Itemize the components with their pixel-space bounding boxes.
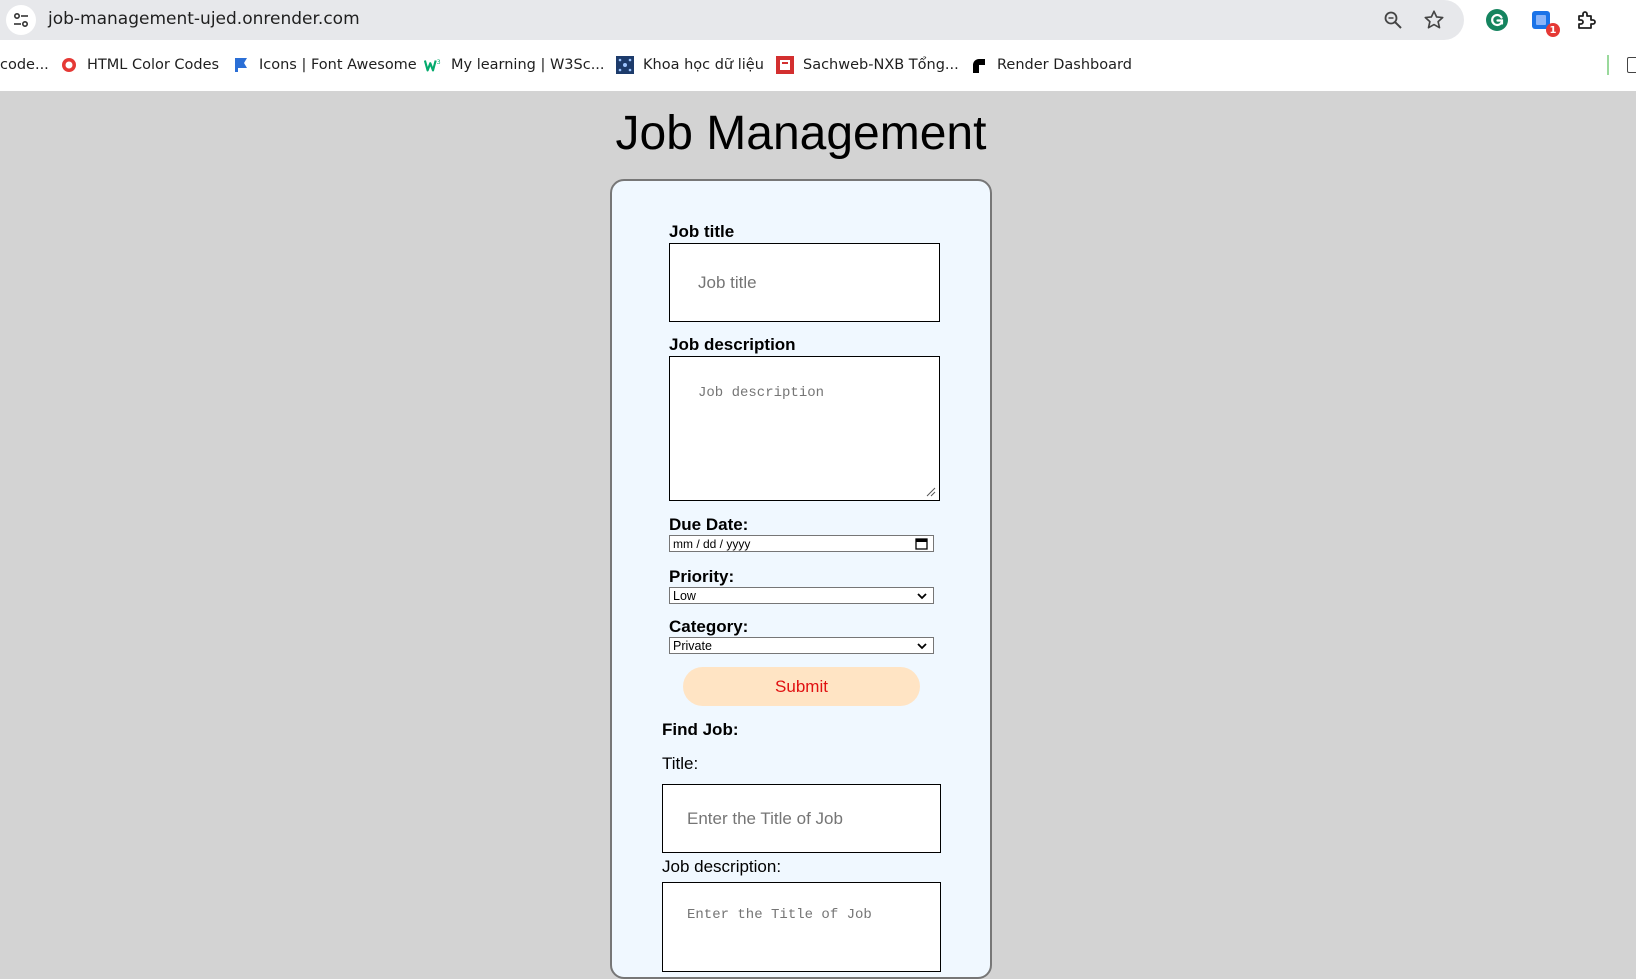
bookmark-label: HTML Color Codes	[87, 57, 220, 73]
extension-badge-count: 1	[1546, 23, 1560, 37]
calendar-icon[interactable]	[915, 537, 928, 550]
bookmark-sachweb[interactable]: Sachweb-NXB Tổng...	[776, 50, 959, 80]
bookmark-label: Render Dashboard	[997, 57, 1132, 73]
submit-button[interactable]: Submit	[683, 667, 920, 706]
find-title-label: Title:	[662, 754, 699, 773]
url-text[interactable]: job-management-ujed.onrender.com	[48, 9, 360, 29]
category-label: Category:	[669, 617, 749, 636]
bookmark-w3schools[interactable]: 3 My learning | W3Sc...	[424, 50, 605, 80]
bookmark-star-icon[interactable]	[1422, 8, 1446, 32]
bookmark-render-dashboard[interactable]: Render Dashboard	[970, 50, 1132, 80]
priority-select[interactable]: Low	[669, 587, 934, 604]
network-icon	[616, 56, 634, 74]
bookmark-code[interactable]: code...	[0, 50, 49, 80]
bookmarks-bar: code... HTML Color Codes Icons | Font Aw…	[0, 50, 1636, 80]
resize-grip-icon[interactable]	[926, 487, 936, 497]
category-value: Private	[673, 638, 712, 653]
find-job-heading: Find Job:	[662, 720, 739, 739]
due-date-placeholder: mm / dd / yyyy	[673, 536, 751, 551]
chevron-down-icon	[917, 643, 927, 650]
site-info-icon[interactable]	[6, 5, 36, 35]
priority-value: Low	[673, 588, 696, 603]
job-title-input[interactable]	[669, 243, 940, 322]
find-title-input[interactable]	[662, 784, 941, 853]
render-icon	[970, 56, 988, 74]
priority-label: Priority:	[669, 567, 735, 586]
due-date-input[interactable]: mm / dd / yyyy	[669, 535, 934, 552]
page-title: Job Management	[615, 107, 987, 160]
bookmarks-divider	[1607, 55, 1609, 75]
job-description-textarea[interactable]	[669, 356, 940, 501]
find-description-label: Job description:	[662, 857, 782, 876]
bookmark-label: Sachweb-NXB Tổng...	[803, 57, 959, 73]
extensions-puzzle-icon[interactable]	[1573, 6, 1601, 34]
bookmark-khoa-hoc-du-lieu[interactable]: Khoa học dữ liệu	[616, 50, 764, 80]
zoom-icon[interactable]	[1381, 8, 1405, 32]
book-icon	[776, 56, 794, 74]
red-circle-icon	[60, 56, 78, 74]
find-description-textarea[interactable]	[662, 882, 941, 972]
browser-chrome: job-management-ujed.onrender.com 1 code.…	[0, 0, 1636, 91]
bookmark-label: My learning | W3Sc...	[451, 57, 605, 73]
job-title-label: Job title	[669, 222, 735, 241]
job-description-label: Job description	[669, 335, 796, 354]
bookmark-html-color-codes[interactable]: HTML Color Codes	[60, 50, 219, 80]
bookmark-label: Khoa học dữ liệu	[643, 57, 764, 73]
w3-icon: 3	[424, 56, 442, 74]
address-bar[interactable]: job-management-ujed.onrender.com	[0, 0, 1464, 40]
flag-icon	[232, 56, 250, 74]
bookmark-label: Icons | Font Awesome	[259, 57, 417, 73]
svg-text:3: 3	[437, 59, 441, 66]
chevron-down-icon	[917, 593, 927, 600]
extension-badge-icon[interactable]: 1	[1528, 6, 1560, 37]
bookmark-font-awesome[interactable]: Icons | Font Awesome	[232, 50, 417, 80]
due-date-label: Due Date:	[669, 515, 749, 534]
side-panel-icon[interactable]	[1627, 57, 1636, 73]
category-select[interactable]: Private	[669, 637, 934, 654]
bookmark-label: code...	[0, 57, 49, 73]
grammarly-icon[interactable]	[1483, 6, 1511, 34]
